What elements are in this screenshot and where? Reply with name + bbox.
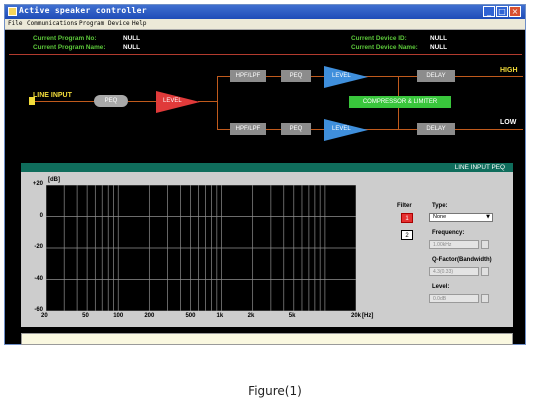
panel-header: LINE INPUT PEQ <box>21 163 513 172</box>
y-tick-label: -20 <box>34 244 43 250</box>
wire <box>198 101 217 102</box>
level-field[interactable]: 0.0dB <box>429 294 479 303</box>
type-select[interactable]: None ▼ <box>429 213 493 222</box>
menu-communications[interactable]: Communications <box>27 20 78 27</box>
level-stepper[interactable] <box>481 294 489 303</box>
filter-label: Filter <box>397 203 412 209</box>
menu-help[interactable]: Help <box>132 20 146 27</box>
minimize-button[interactable]: _ <box>483 6 495 17</box>
app-window: Active speaker controller _ □ × File Com… <box>4 4 526 345</box>
device-id-value: NULL <box>430 35 448 42</box>
frequency-response-chart <box>46 185 356 311</box>
x-tick-label: 200 <box>144 313 155 319</box>
device-name-value: NULL <box>430 44 448 51</box>
low-output-label: LOW <box>500 119 517 126</box>
level-low-label: LEVEL <box>332 126 351 132</box>
close-button[interactable]: × <box>509 6 521 17</box>
peq-low-block[interactable]: PEQ <box>281 123 311 135</box>
peq-panel: LINE INPUT PEQ Filter 1 2 Type: None ▼ F… <box>21 163 513 327</box>
peq-high-block[interactable]: PEQ <box>281 70 311 82</box>
input-marker <box>29 97 35 105</box>
x-tick-label: 500 <box>185 313 196 319</box>
menu-device[interactable]: Device <box>108 20 130 27</box>
q-factor-field[interactable]: 4.3(0.33) <box>429 267 479 276</box>
delay-high-block[interactable]: DELAY <box>417 70 455 82</box>
device-id-label: Current Device ID: <box>351 35 407 42</box>
title-bar[interactable]: Active speaker controller _ □ × <box>5 5 525 19</box>
wire <box>32 101 94 102</box>
window-title: Active speaker controller <box>19 6 147 15</box>
separator <box>9 54 522 55</box>
frequency-stepper[interactable] <box>481 240 489 249</box>
figure-caption: Figure(1) <box>248 384 302 398</box>
frequency-label: Frequency: <box>432 230 465 236</box>
y-tick-label: 0 <box>39 212 43 219</box>
level-label: Level: <box>432 284 450 290</box>
wire <box>217 76 218 129</box>
wire <box>128 101 156 102</box>
menu-bar: File Communications Program Device Help <box>5 19 525 30</box>
signal-flow-diagram: LINE INPUT PEQ LEVEL HPF/LPF PEQ LEVEL D… <box>5 57 525 147</box>
delay-low-block[interactable]: DELAY <box>417 123 455 135</box>
app-icon <box>8 7 17 16</box>
program-no-label: Current Program No: <box>33 35 97 42</box>
x-tick-label: 50 <box>82 313 89 319</box>
hpf-lpf-high-block[interactable]: HPF/LPF <box>230 70 266 82</box>
frequency-field[interactable]: 1.00kHz <box>429 240 479 249</box>
menu-file[interactable]: File <box>8 20 22 27</box>
high-output-label: HIGH <box>500 67 518 74</box>
program-name-value: NULL <box>123 44 141 51</box>
hpf-lpf-low-block[interactable]: HPF/LPF <box>230 123 266 135</box>
x-axis-unit: [Hz] <box>362 313 374 319</box>
peq-main-block[interactable]: PEQ <box>94 95 128 107</box>
line-input-label: LINE INPUT <box>33 92 72 99</box>
y-axis-unit: [dB] <box>48 177 60 183</box>
x-tick-label: 2k <box>247 313 255 319</box>
x-tick-label: 5k <box>288 313 296 319</box>
type-value: None <box>433 214 447 220</box>
y-tick-label: -40 <box>34 275 43 282</box>
x-tick-label: 20k <box>351 313 362 319</box>
filter-1-button[interactable]: 1 <box>401 213 413 223</box>
menu-program[interactable]: Program <box>79 20 104 27</box>
device-name-label: Current Device Name: <box>351 44 418 51</box>
filter-2-button[interactable]: 2 <box>401 230 413 240</box>
compressor-limiter-block[interactable]: COMPRESSOR & LIMITER <box>349 96 451 108</box>
q-factor-label: Q-Factor(Bandwidth) <box>432 257 492 263</box>
status-bar <box>21 333 513 345</box>
y-tick-label: +20 <box>32 181 43 187</box>
chevron-down-icon: ▼ <box>486 214 490 220</box>
x-tick-label: 1k <box>216 313 224 319</box>
type-label: Type: <box>432 203 448 209</box>
level-high-label: LEVEL <box>332 73 351 79</box>
panel-title: LINE INPUT PEQ <box>454 164 505 171</box>
program-name-label: Current Program Name: <box>33 44 106 51</box>
x-tick-label: 100 <box>113 313 124 319</box>
q-factor-stepper[interactable] <box>481 267 489 276</box>
maximize-button[interactable]: □ <box>496 6 508 17</box>
x-tick-label: 20 <box>41 313 48 319</box>
level-main-label: LEVEL <box>163 98 182 104</box>
program-no-value: NULL <box>123 35 141 42</box>
